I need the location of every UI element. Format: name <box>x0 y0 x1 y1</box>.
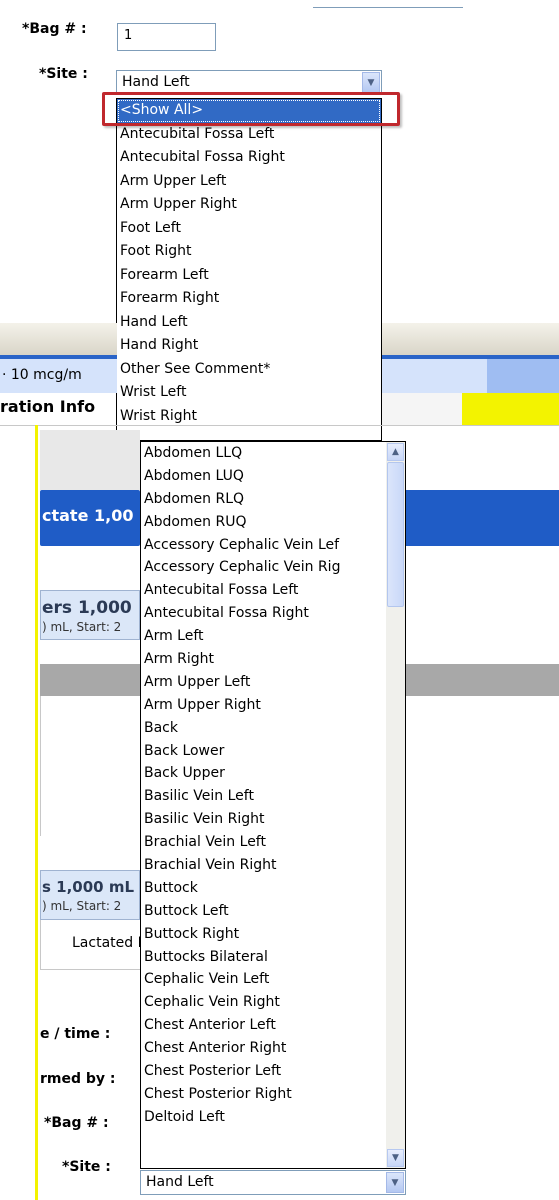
site-show-all-list[interactable]: Abdomen LLQ Abdomen LUQ Abdomen RLQ Abdo… <box>140 441 406 1169</box>
highlight-box <box>102 92 400 126</box>
site-option[interactable]: Brachial Vein Left <box>141 831 386 854</box>
order3-sub: ) mL, Start: 2 <box>42 899 122 913</box>
site-option[interactable]: Other See Comment* <box>117 358 381 382</box>
site-option[interactable]: Chest Posterior Right <box>141 1083 386 1106</box>
site-label-2: *Site : <box>62 1159 111 1175</box>
box-edge <box>40 696 41 836</box>
gray-bar-right <box>405 664 559 696</box>
section-gray <box>382 393 462 425</box>
order-header-right <box>405 490 559 546</box>
lactated-text: Lactated R <box>72 935 148 951</box>
site-option[interactable]: Accessory Cephalic Vein Rig <box>141 556 386 579</box>
order2-title: ers 1,000 <box>42 598 132 618</box>
site-option[interactable]: Hand Left <box>117 311 381 335</box>
toolbar-band-right <box>382 323 559 355</box>
bag-number-label-2: *Bag # : <box>44 1115 109 1131</box>
chevron-down-icon[interactable]: ▼ <box>362 72 380 93</box>
site-option[interactable]: Chest Posterior Left <box>141 1060 386 1083</box>
site-option[interactable]: Hand Right <box>117 334 381 358</box>
site-option[interactable]: Forearm Left <box>117 264 381 288</box>
site-option[interactable]: Back Upper <box>141 762 386 785</box>
site-option[interactable]: Buttock <box>141 877 386 900</box>
site-label: *Site : <box>39 66 88 82</box>
site-option[interactable]: Cephalic Vein Left <box>141 968 386 991</box>
order-header-text: ctate 1,00 <box>42 506 134 525</box>
site-option[interactable]: Abdomen LUQ <box>141 465 386 488</box>
divider-line <box>0 425 559 426</box>
yellow-side-bar <box>35 425 38 1200</box>
site-option[interactable]: Abdomen RUQ <box>141 511 386 534</box>
dose-text: · 10 mcg/m <box>2 367 82 383</box>
site-option[interactable]: Cephalic Vein Right <box>141 991 386 1014</box>
top-divider <box>313 0 463 8</box>
site-option[interactable]: Arm Upper Left <box>117 170 381 194</box>
chevron-up-icon[interactable]: ▲ <box>387 443 404 461</box>
site-select-2-value: Hand Left <box>146 1174 214 1190</box>
site-option[interactable]: Antecubital Fossa Left <box>117 123 381 147</box>
chevron-down-icon[interactable]: ▼ <box>386 1172 404 1193</box>
site-option[interactable]: Arm Upper Right <box>141 694 386 717</box>
site-option[interactable]: Arm Left <box>141 625 386 648</box>
site-option[interactable]: Forearm Right <box>117 287 381 311</box>
site-option[interactable]: Buttocks Bilateral <box>141 946 386 969</box>
site-option[interactable]: Buttock Left <box>141 900 386 923</box>
site-option[interactable]: Basilic Vein Right <box>141 808 386 831</box>
yellow-band <box>462 393 559 425</box>
datetime-label: e / time : <box>40 1026 111 1042</box>
scrollbar-thumb[interactable] <box>387 462 404 607</box>
performed-by-label: rmed by : <box>40 1071 116 1087</box>
dose-row-right <box>487 359 559 393</box>
dose-row-mid <box>382 359 487 393</box>
site-option[interactable]: Arm Upper Right <box>117 193 381 217</box>
order3-title: s 1,000 mL <box>42 878 135 896</box>
order2-sub: ) mL, Start: 2 <box>42 620 122 634</box>
gray-block <box>40 430 140 490</box>
site-dropdown-list: <Show All> Antecubital Fossa Left Antecu… <box>116 98 382 441</box>
gray-bar <box>40 664 140 696</box>
site-option[interactable]: Arm Right <box>141 648 386 671</box>
site-option[interactable]: Buttock Right <box>141 923 386 946</box>
site-option[interactable]: Foot Left <box>117 217 381 241</box>
site-option[interactable]: Deltoid Left <box>141 1106 386 1129</box>
site-select-2[interactable]: Hand Left ▼ <box>140 1170 406 1195</box>
site-option[interactable]: Antecubital Fossa Right <box>117 146 381 170</box>
site-option[interactable]: Basilic Vein Left <box>141 785 386 808</box>
site-select-value: Hand Left <box>122 74 190 90</box>
site-option[interactable]: Accessory Cephalic Vein Lef <box>141 534 386 557</box>
site-option[interactable]: Arm Upper Left <box>141 671 386 694</box>
site-option[interactable]: Brachial Vein Right <box>141 854 386 877</box>
site-option[interactable]: Chest Anterior Left <box>141 1014 386 1037</box>
bag-number-label: *Bag # : <box>22 21 87 37</box>
site-option[interactable]: Abdomen LLQ <box>141 442 386 465</box>
chevron-down-icon[interactable]: ▼ <box>387 1149 404 1167</box>
site-option[interactable]: Wrist Left <box>117 381 381 405</box>
site-option[interactable]: Antecubital Fossa Left <box>141 579 386 602</box>
site-option[interactable]: Back <box>141 717 386 740</box>
toolbar-band <box>0 323 117 355</box>
list-scrollbar[interactable]: ▲ ▼ <box>386 442 405 1168</box>
site-option[interactable]: Chest Anterior Right <box>141 1037 386 1060</box>
site-option[interactable]: Foot Right <box>117 240 381 264</box>
section-title: ration Info <box>0 397 96 416</box>
site-option[interactable]: Abdomen RLQ <box>141 488 386 511</box>
bag-number-input[interactable]: 1 <box>117 23 216 51</box>
site-option[interactable]: Back Lower <box>141 740 386 763</box>
site-option[interactable]: Antecubital Fossa Right <box>141 602 386 625</box>
